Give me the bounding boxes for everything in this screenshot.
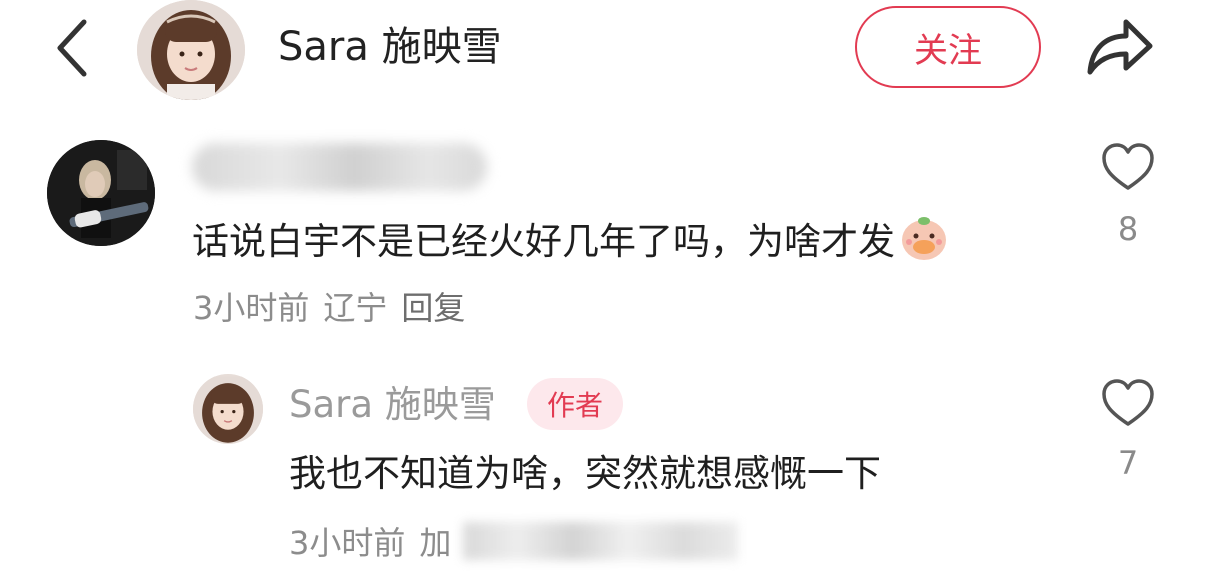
avatar-image xyxy=(137,0,245,100)
commenter-avatar[interactable] xyxy=(47,140,155,246)
heart-outline-icon xyxy=(1102,143,1154,190)
share-button[interactable] xyxy=(1080,10,1160,84)
reply-author-name[interactable]: Sara 施映雪 xyxy=(289,381,496,429)
like-count: 8 xyxy=(1117,210,1139,248)
reply-meta-blurred xyxy=(463,522,738,560)
peach-eating-emoji-icon xyxy=(899,212,949,262)
profile-avatar[interactable] xyxy=(137,0,245,100)
avatar-image xyxy=(193,376,263,443)
comment-body: 话说白宇不是已经火好几年了吗，为啥才发 xyxy=(192,220,895,263)
back-button[interactable] xyxy=(48,16,98,80)
reply-text: 我也不知道为啥，突然就想感慨一下 xyxy=(289,452,881,495)
commenter-name-blurred xyxy=(192,143,487,191)
comment-time: 3小时前 xyxy=(193,289,310,327)
comment-text: 话说白宇不是已经火好几年了吗，为啥才发 xyxy=(192,212,949,268)
reply-button[interactable]: 回复 xyxy=(401,289,465,327)
reply-meta: 3小时前加 xyxy=(289,520,451,566)
avatar-image xyxy=(47,140,155,246)
follow-button[interactable]: 关注 xyxy=(855,6,1041,88)
follow-button-label: 关注 xyxy=(914,30,982,71)
reply-time: 3小时前 xyxy=(289,524,406,562)
reply-location: 加 xyxy=(419,524,452,562)
author-badge: 作者 xyxy=(527,378,623,430)
like-button[interactable] xyxy=(1100,376,1156,432)
like-button[interactable] xyxy=(1100,140,1156,196)
like-count: 7 xyxy=(1117,444,1139,482)
chevron-left-icon xyxy=(57,19,87,77)
comment-location: 辽宁 xyxy=(323,289,388,327)
reply-author-avatar[interactable] xyxy=(193,374,263,444)
page-title: Sara 施映雪 xyxy=(278,24,502,70)
comment-meta: 3小时前 辽宁 回复 xyxy=(193,285,465,331)
heart-outline-icon xyxy=(1102,379,1154,426)
share-arrow-icon xyxy=(1087,19,1153,75)
